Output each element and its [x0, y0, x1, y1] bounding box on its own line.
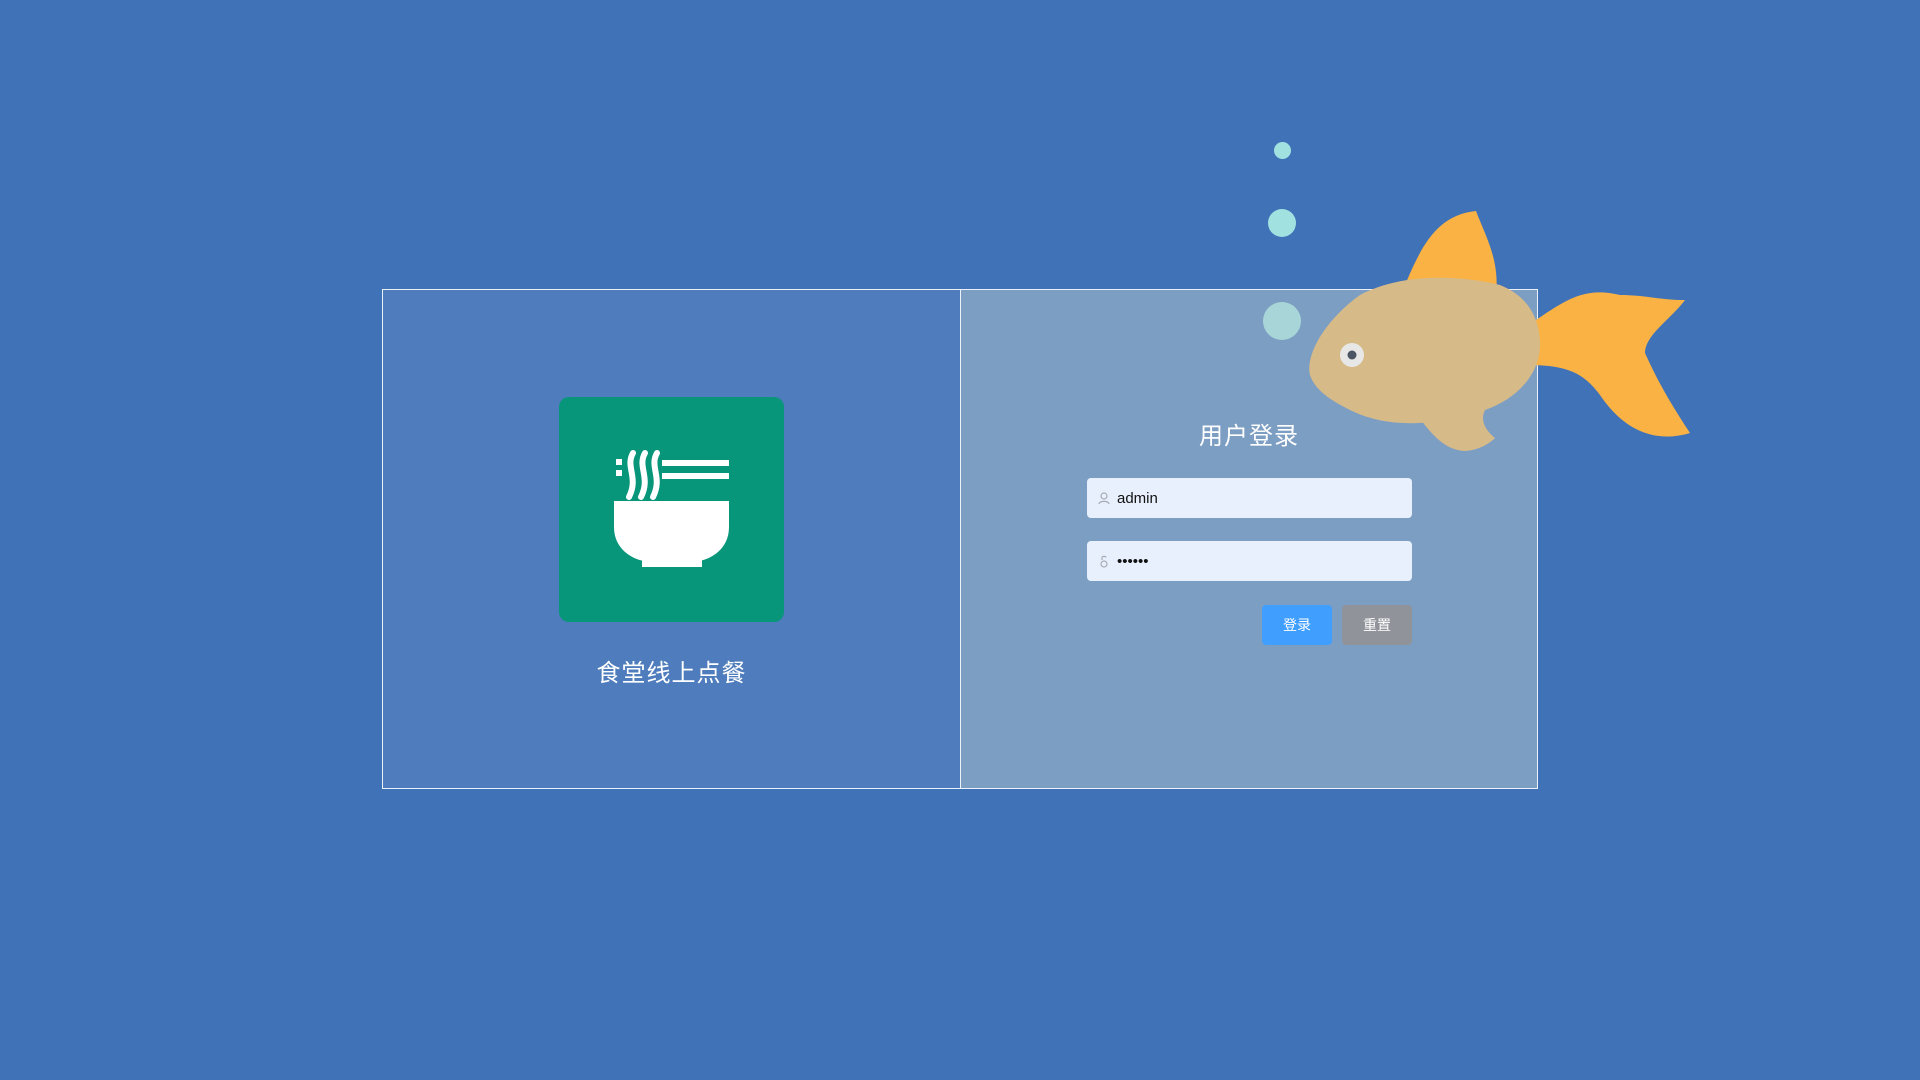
- password-input[interactable]: [1117, 541, 1397, 581]
- app-name: 食堂线上点餐: [596, 660, 747, 687]
- brand-panel: 食堂线上点餐: [383, 290, 961, 788]
- username-field[interactable]: [1087, 478, 1412, 518]
- user-icon: [1097, 491, 1111, 505]
- bubble-icon: [1263, 302, 1301, 340]
- bubble-icon: [1268, 209, 1296, 237]
- lock-icon: [1097, 554, 1111, 568]
- goldfish-icon: [1309, 211, 1690, 451]
- noodle-bowl-icon: [559, 397, 784, 622]
- password-field[interactable]: [1087, 541, 1412, 581]
- reset-button[interactable]: 重置: [1342, 605, 1412, 645]
- login-button[interactable]: 登录: [1262, 605, 1332, 645]
- bubble-icon: [1274, 142, 1291, 159]
- login-page: 食堂线上点餐 用户登录 admin •••••• 登录 重置: [0, 0, 1920, 1080]
- username-input[interactable]: [1117, 478, 1397, 518]
